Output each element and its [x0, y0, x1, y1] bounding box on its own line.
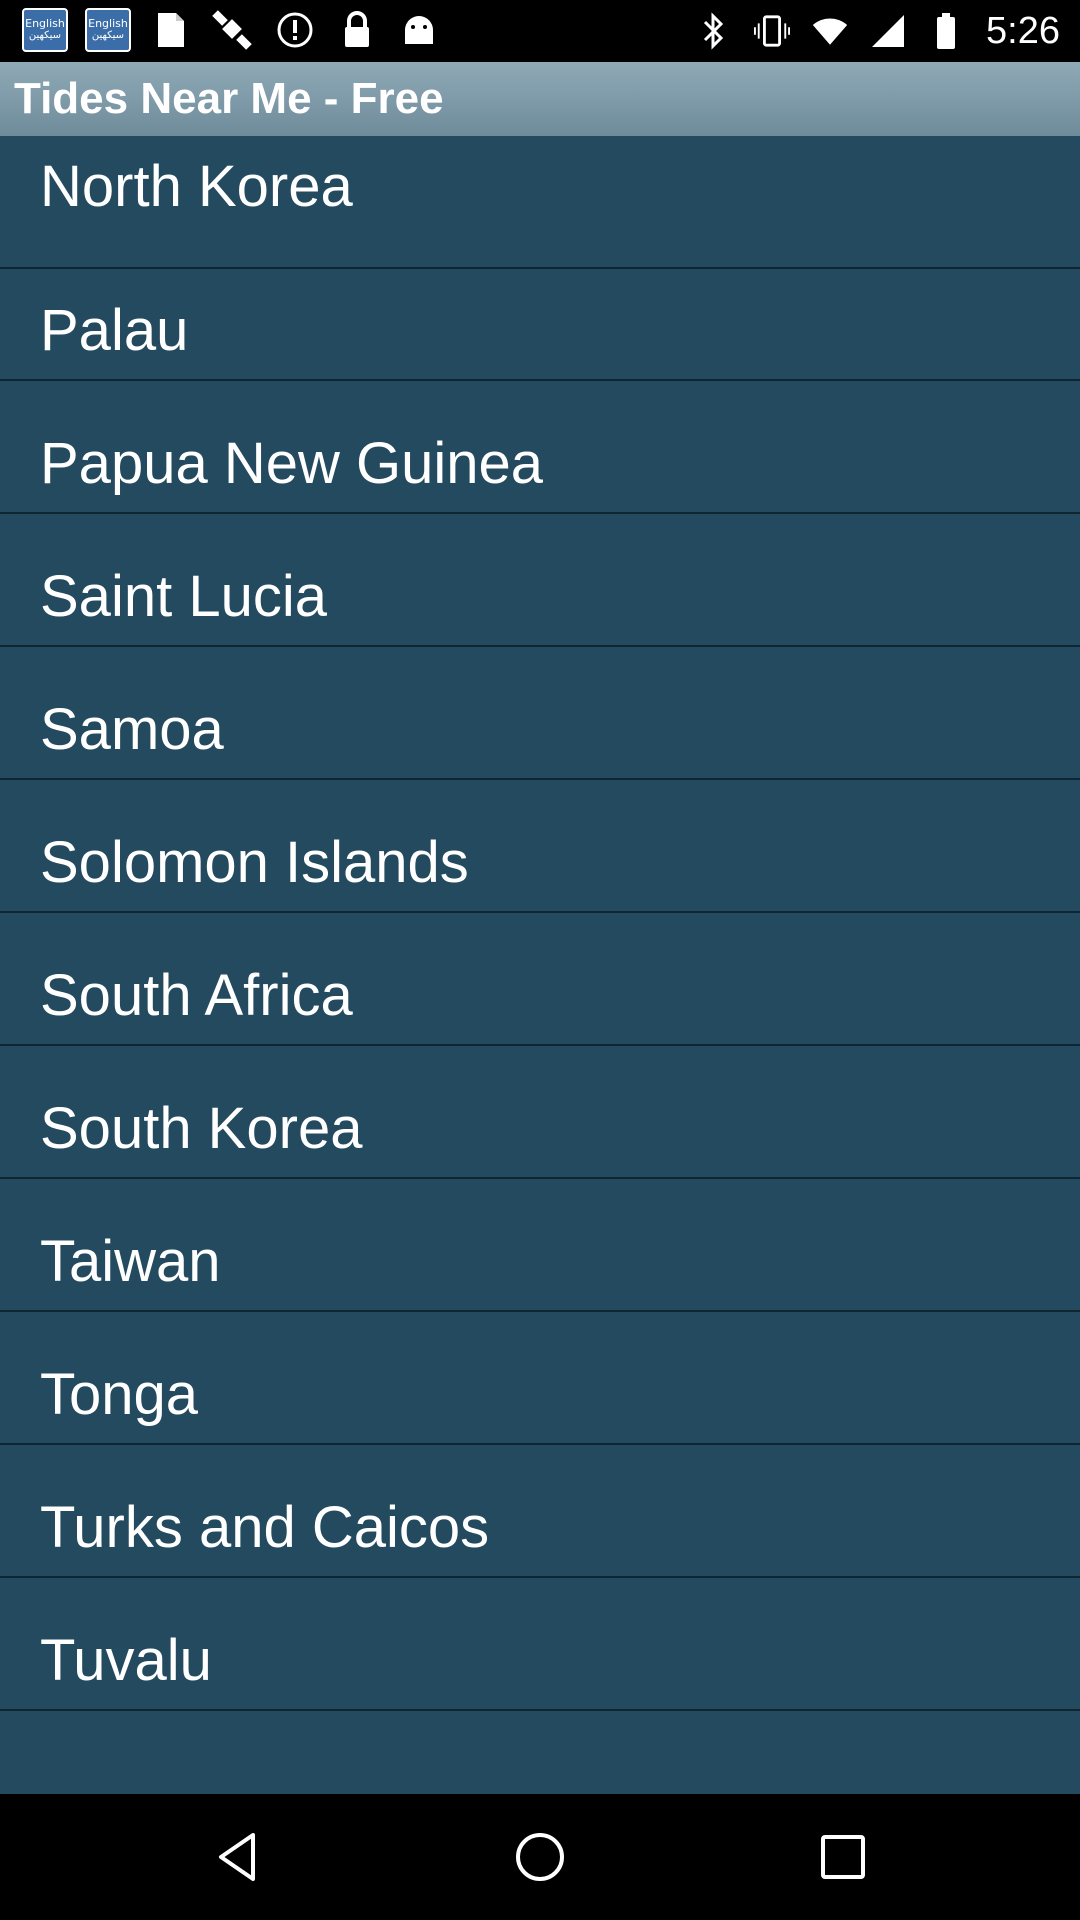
wifi-icon: [812, 9, 848, 53]
list-item-taiwan[interactable]: Taiwan: [0, 1179, 1080, 1312]
list-item-label: Samoa: [40, 697, 224, 762]
list-item-palau[interactable]: Palau: [0, 248, 1080, 381]
list-item-samoa[interactable]: Samoa: [0, 647, 1080, 780]
list-item-solomon-islands[interactable]: Solomon Islands: [0, 780, 1080, 913]
app-title: Tides Near Me - Free: [14, 74, 444, 123]
keyboard-language-line2: سيكهين: [91, 30, 125, 41]
keyboard-language-line1: English: [88, 17, 128, 30]
list-item-tuvalu[interactable]: Tuvalu: [0, 1578, 1080, 1711]
lock-icon: [334, 8, 380, 52]
keyboard-language-icon: English سيكهين: [85, 8, 131, 52]
list-item-label: Papua New Guinea: [40, 431, 543, 496]
list-item-saint-lucia[interactable]: Saint Lucia: [0, 514, 1080, 647]
android-icon: [396, 8, 442, 52]
keyboard-language-line2: سيكهين: [28, 30, 62, 41]
signal-icon: [870, 9, 906, 53]
list-item-south-africa[interactable]: South Africa: [0, 913, 1080, 1046]
list-item-label: Turks and Caicos: [40, 1495, 490, 1560]
list-item-label: Solomon Islands: [40, 830, 469, 895]
status-bar-clock: 5:26: [986, 9, 1060, 52]
list-item-tonga[interactable]: Tonga: [0, 1312, 1080, 1445]
list-item-label: Saint Lucia: [40, 564, 327, 629]
keyboard-language-icon: English سيكهين: [22, 8, 68, 52]
list-item-south-korea[interactable]: South Korea: [0, 1046, 1080, 1179]
list-item-label: South Africa: [40, 963, 353, 1028]
list-item-label: South Korea: [40, 1096, 363, 1161]
keyboard-language-line1: English: [25, 17, 65, 30]
back-icon[interactable]: [207, 1827, 267, 1887]
list-item-turks-and-caicos[interactable]: Turks and Caicos: [0, 1445, 1080, 1578]
screen: English سيكهين English سيكهين 5:26 Tides…: [0, 0, 1080, 1920]
list-item-papua-new-guinea[interactable]: Papua New Guinea: [0, 381, 1080, 514]
recent-apps-icon[interactable]: [813, 1827, 873, 1887]
fake-gps-satellite-icon: [210, 8, 256, 52]
vibrate-icon: [754, 9, 791, 53]
list-item-label: Palau: [40, 298, 189, 363]
app-bar: Tides Near Me - Free: [0, 62, 1080, 136]
list-item-label: Taiwan: [40, 1229, 221, 1294]
country-list[interactable]: North Korea Palau Papua New Guinea Saint…: [0, 136, 1080, 1794]
alert-icon: [272, 8, 318, 52]
document-icon: [148, 8, 194, 52]
list-item-label: Tonga: [40, 1362, 199, 1427]
list-item-label: Tuvalu: [40, 1628, 212, 1693]
status-bar-right-icons: 5:26: [696, 0, 1060, 62]
battery-icon: [928, 9, 964, 53]
list-item-label: North Korea: [40, 154, 353, 219]
home-icon[interactable]: [510, 1827, 570, 1887]
navigation-bar: [0, 1794, 1080, 1920]
list-item-partial[interactable]: [0, 1711, 1080, 1794]
status-bar-left-icons: English سيكهين English سيكهين: [22, 8, 458, 52]
status-bar: English سيكهين English سيكهين 5:26: [0, 0, 1080, 62]
bluetooth-icon: [696, 9, 732, 53]
